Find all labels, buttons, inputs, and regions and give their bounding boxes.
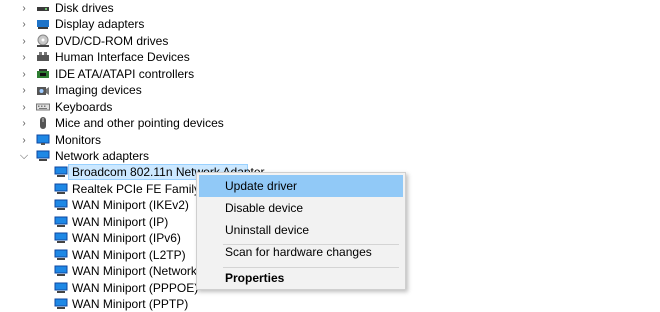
chevron-right-icon[interactable]: › <box>19 66 29 82</box>
network-adapter-label: WAN Miniport (PPTP) <box>72 297 189 311</box>
tree-item-label: Mice and other pointing devices <box>55 116 224 130</box>
chevron-right-icon[interactable]: › <box>19 132 29 148</box>
mouse-icon <box>40 117 46 129</box>
menu-item-properties[interactable]: Properties <box>199 267 403 289</box>
hid-icon <box>37 52 49 61</box>
tree-item-label: Disk drives <box>55 1 114 15</box>
network-adapter-icon <box>54 166 68 177</box>
chevron-right-icon[interactable]: › <box>19 82 29 98</box>
tree-item-label: Imaging devices <box>55 83 142 97</box>
chevron-right-icon[interactable]: › <box>19 33 29 49</box>
tree-item-label: Display adapters <box>55 17 145 31</box>
tree-item-label: DVD/CD-ROM drives <box>55 34 169 48</box>
menu-item-uninstall-device[interactable]: Uninstall device <box>199 219 403 241</box>
network-adapter-icon <box>54 183 68 194</box>
menu-item-scan-hardware[interactable]: Scan for hardware changes <box>199 241 403 263</box>
network-adapter-label: WAN Miniport (Network <box>72 264 197 278</box>
tree-item-label: Network adapters <box>55 149 150 163</box>
monitor-icon <box>36 134 50 145</box>
chevron-right-icon[interactable]: › <box>19 99 29 115</box>
tree-item-label: Monitors <box>55 133 102 147</box>
context-menu: Update driver Disable device Uninstall d… <box>196 172 406 290</box>
network-adapter-label: WAN Miniport (IKEv2) <box>72 198 189 212</box>
ide-controller-icon <box>37 69 49 78</box>
network-adapter-icon <box>54 265 68 276</box>
chevron-right-icon[interactable]: › <box>19 0 29 16</box>
network-adapter-label: WAN Miniport (IPv6) <box>72 231 181 245</box>
network-adapter-icon <box>54 216 68 227</box>
disk-drive-icon <box>37 7 49 11</box>
chevron-right-icon[interactable]: › <box>19 16 29 32</box>
menu-item-update-driver[interactable]: Update driver <box>199 175 403 197</box>
network-adapter-label: WAN Miniport (L2TP) <box>72 248 186 262</box>
tree-item-label: Human Interface Devices <box>55 50 190 64</box>
network-adapter-icon <box>54 249 68 260</box>
network-adapter-icon <box>54 298 68 309</box>
network-adapter-label: WAN Miniport (PPPOE) <box>72 281 199 295</box>
keyboard-icon <box>36 103 50 111</box>
network-adapter-icon <box>54 232 68 243</box>
tree-item-label: IDE ATA/ATAPI controllers <box>55 67 195 81</box>
menu-item-disable-device[interactable]: Disable device <box>199 197 403 219</box>
camera-icon <box>37 87 49 95</box>
network-adapter-icon <box>36 150 50 161</box>
chevron-down-icon[interactable]: ⌵ <box>19 148 29 164</box>
chevron-right-icon[interactable]: › <box>19 115 29 131</box>
network-adapter-icon <box>54 199 68 210</box>
chevron-right-icon[interactable]: › <box>19 49 29 65</box>
network-adapter-icon <box>54 282 68 293</box>
dvd-drive-icon <box>37 34 49 47</box>
network-adapter-label: WAN Miniport (IP) <box>72 215 169 229</box>
display-adapter-icon <box>37 20 49 29</box>
tree-item-label: Keyboards <box>55 100 113 114</box>
